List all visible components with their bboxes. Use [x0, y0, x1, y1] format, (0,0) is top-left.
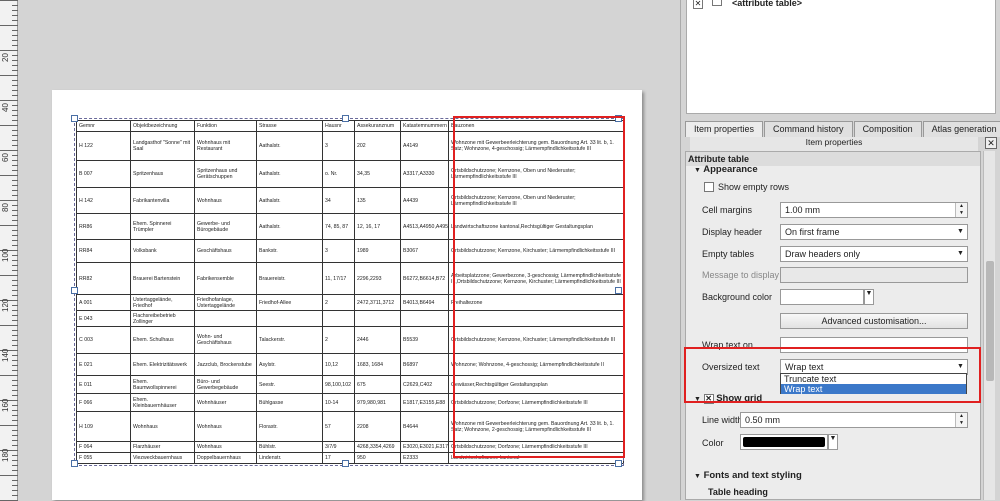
- cell-margins-spinbox[interactable]: 1.00 mm ▲ ▼: [780, 202, 968, 218]
- ruler-tick: [0, 25, 18, 26]
- ruler-label: 140: [1, 348, 10, 362]
- display-header-label: Display header: [702, 227, 763, 237]
- spin-arrows-icon: ▲ ▼: [955, 203, 967, 217]
- line-width-label: Line width: [702, 415, 743, 425]
- scrollbar-thumb[interactable]: [986, 261, 994, 381]
- collapse-arrow-icon: ▼: [694, 473, 701, 480]
- tab-composition[interactable]: Composition: [853, 121, 922, 137]
- item-row[interactable]: ✕ <attribute table>: [693, 0, 802, 9]
- ruler-tick: [0, 475, 18, 476]
- tab-atlas-generation[interactable]: Atlas generation: [922, 121, 1000, 137]
- show-empty-rows-checkbox[interactable]: [704, 182, 714, 192]
- fonts-group[interactable]: ▼ Fonts and text styling: [694, 470, 802, 481]
- ruler-label: 80: [1, 203, 10, 212]
- line-width-spinbox[interactable]: 0.50 mm ▲ ▼: [740, 412, 968, 428]
- items-list[interactable]: ✕ <attribute table>: [686, 0, 996, 114]
- panel-title: Item properties: [690, 137, 978, 151]
- resize-handle[interactable]: [342, 115, 349, 122]
- ruler-label: 20: [1, 53, 10, 62]
- vertical-ruler[interactable]: 20 40 60 80 100 120 140 160 180: [0, 0, 18, 501]
- message-to-display-label: Message to display: [702, 270, 780, 280]
- message-to-display-input: [780, 267, 968, 283]
- ruler-label: 60: [1, 153, 10, 162]
- ruler-label: 160: [1, 398, 10, 412]
- advanced-customisation-button[interactable]: Advanced customisation...: [780, 313, 968, 329]
- resize-handle[interactable]: [342, 460, 349, 467]
- spin-arrows-icon: ▲ ▼: [955, 413, 967, 427]
- chevron-down-icon: ▼: [957, 250, 964, 257]
- empty-tables-label: Empty tables: [702, 249, 755, 259]
- ruler-tick: [0, 225, 18, 226]
- ruler-label: 120: [1, 298, 10, 312]
- ruler-tick: [0, 125, 18, 126]
- chevron-down-icon[interactable]: ▼: [864, 289, 874, 305]
- tab-item-properties[interactable]: Item properties: [685, 121, 764, 137]
- resize-handle[interactable]: [71, 460, 78, 467]
- collapse-arrow-icon[interactable]: ▼: [694, 167, 701, 174]
- ruler-tick: [0, 375, 18, 376]
- empty-tables-select[interactable]: Draw headers only ▼: [780, 246, 968, 262]
- ruler-tick: [0, 150, 18, 151]
- ruler-tick: [0, 50, 18, 51]
- ruler-label: 40: [1, 103, 10, 112]
- ruler-label: 180: [1, 448, 10, 462]
- background-color-label: Background color: [702, 292, 773, 302]
- item-name: <attribute table>: [732, 0, 803, 8]
- ruler-tick: [0, 0, 18, 1]
- ruler-tick: [0, 100, 18, 101]
- lock-checkbox[interactable]: [711, 0, 722, 6]
- table-heading-group[interactable]: Table heading: [708, 487, 768, 497]
- resize-handle[interactable]: [71, 287, 78, 294]
- display-header-select[interactable]: On first frame ▼: [780, 224, 968, 240]
- ruler-tick: [0, 75, 18, 76]
- resize-handle[interactable]: [71, 115, 78, 122]
- grid-color-label: Color: [702, 438, 724, 448]
- ruler-label: 100: [1, 248, 10, 262]
- ruler-tick: [0, 275, 18, 276]
- highlight-frame-bauzonen-column: [453, 116, 625, 458]
- properties-panel: Attribute table ▼ Appearance Show empty …: [685, 151, 981, 500]
- panel-scrollbar[interactable]: [983, 151, 995, 500]
- close-icon[interactable]: ✕: [985, 137, 997, 149]
- show-empty-rows-label: Show empty rows: [718, 182, 790, 192]
- highlight-frame-oversized-text: [684, 347, 981, 403]
- ruler-tick: [0, 325, 18, 326]
- visibility-checkbox[interactable]: ✕: [693, 0, 703, 9]
- ruler-tick: [0, 425, 18, 426]
- dock-tabs: Item properties Command history Composit…: [685, 121, 1000, 137]
- cell-margins-label: Cell margins: [702, 205, 753, 215]
- appearance-group[interactable]: ▼ Appearance: [694, 164, 758, 175]
- resize-handle[interactable]: [615, 460, 622, 467]
- chevron-down-icon[interactable]: ▼: [828, 434, 838, 450]
- chevron-down-icon: ▼: [957, 228, 964, 235]
- ruler-tick: [0, 175, 18, 176]
- background-color-button[interactable]: [780, 289, 864, 305]
- ruler-tick: [0, 200, 18, 201]
- tab-command-history[interactable]: Command history: [764, 121, 853, 137]
- grid-color-button[interactable]: [740, 434, 828, 450]
